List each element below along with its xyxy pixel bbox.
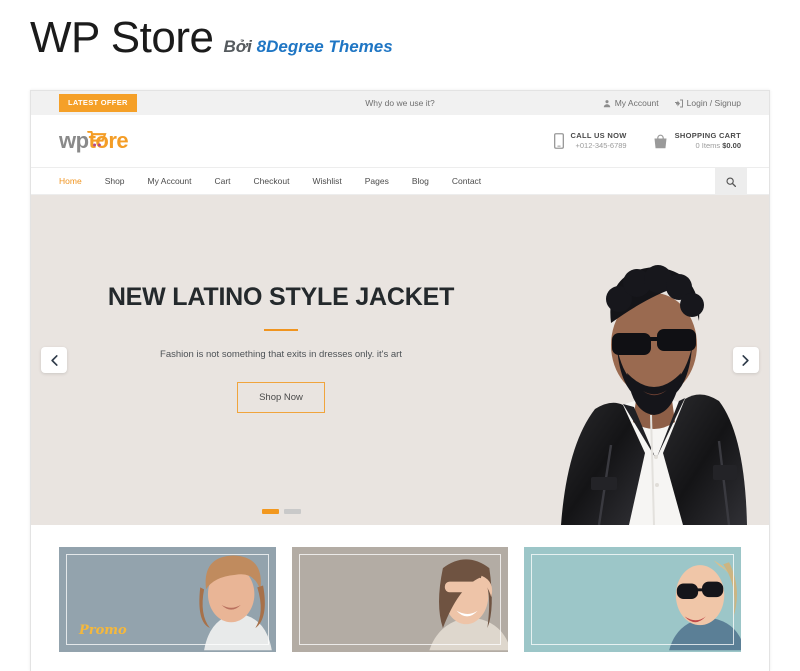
page-title: WP Store	[30, 13, 214, 62]
shopping-cart-title: SHOPPING CART	[674, 130, 741, 140]
shopping-cart-block[interactable]: SHOPPING CART 0 Items $0.00	[653, 131, 741, 151]
topbar-links: My Account Login / Signup	[603, 98, 741, 108]
topbar-announcement: Why do we use it?	[365, 98, 435, 108]
shopping-bag-icon	[654, 134, 667, 148]
shopping-cart-icon	[87, 131, 107, 147]
main-navigation: Home Shop My Account Cart Checkout Wishl…	[31, 167, 769, 196]
login-icon	[674, 99, 683, 107]
hero-title: NEW LATINO STYLE JACKET	[107, 283, 455, 311]
call-us-title: CALL US NOW	[570, 130, 627, 140]
promo-card-2[interactable]	[291, 547, 509, 652]
promo-banners: Promo	[31, 525, 769, 652]
header-info: CALL US NOW +012-345-6789 SHOPPING CART …	[553, 131, 741, 151]
call-us-number: +012-345-6789	[575, 141, 627, 150]
nav-item-home[interactable]: Home	[59, 176, 82, 186]
slider-dot-1[interactable]	[261, 509, 279, 514]
nav-item-contact[interactable]: Contact	[452, 176, 481, 186]
chevron-right-icon	[742, 354, 749, 366]
slider-prev-button[interactable]	[41, 347, 67, 373]
call-us-text: CALL US NOW +012-345-6789	[571, 131, 627, 151]
slider-next-button[interactable]	[733, 347, 759, 373]
page-subtitle-by: Bởi	[223, 37, 252, 56]
hero-slider: NEW LATINO STYLE JACKET Fashion is not s…	[31, 195, 769, 525]
mobile-phone-icon	[553, 133, 564, 149]
shop-now-button[interactable]: Shop Now	[237, 382, 325, 413]
hero-subtitle: Fashion is not something that exits in d…	[160, 349, 402, 360]
login-signup-label: Login / Signup	[686, 98, 741, 108]
shopping-cart-summary: 0 Items $0.00	[675, 141, 741, 151]
logo-text-wp: wp	[59, 128, 89, 153]
nav-item-checkout[interactable]: Checkout	[254, 176, 290, 186]
my-account-label: My Account	[614, 98, 659, 108]
search-button[interactable]	[715, 167, 747, 196]
promo-border-3	[531, 554, 735, 645]
promo-label-1: Promo	[79, 623, 127, 638]
slider-pagination	[31, 509, 531, 514]
nav-item-cart[interactable]: Cart	[214, 176, 230, 186]
nav-item-shop[interactable]: Shop	[105, 176, 125, 186]
nav-item-blog[interactable]: Blog	[412, 176, 429, 186]
page-subtitle: Bởi 8Degree Themes	[223, 37, 392, 57]
shopping-cart-text: SHOPPING CART 0 Items $0.00	[675, 131, 741, 151]
site-header: wp tore CALL US NOW +012-345-6789 SHOPPI…	[31, 115, 769, 167]
page-subtitle-author: 8Degree Themes	[256, 37, 393, 56]
cart-items-count: 0 Items	[695, 141, 721, 150]
promo-card-1[interactable]: Promo	[59, 547, 276, 652]
page-header: WP Store Bởi 8Degree Themes	[0, 0, 800, 60]
user-icon	[603, 99, 610, 107]
promo-border-2	[298, 554, 502, 645]
nav-item-pages[interactable]: Pages	[365, 176, 389, 186]
website-preview: LATEST OFFER Why do we use it? My Accoun…	[30, 90, 770, 671]
search-icon	[726, 176, 736, 187]
nav-item-wishlist[interactable]: Wishlist	[312, 176, 341, 186]
latest-offer-badge[interactable]: LATEST OFFER	[59, 94, 137, 112]
login-signup-link[interactable]: Login / Signup	[674, 98, 741, 108]
promo-card-3[interactable]	[524, 547, 742, 652]
hero-content: NEW LATINO STYLE JACKET Fashion is not s…	[31, 283, 531, 413]
nav-item-my-account[interactable]: My Account	[148, 176, 192, 186]
call-us-block[interactable]: CALL US NOW +012-345-6789	[553, 131, 627, 151]
hero-divider	[264, 329, 298, 331]
my-account-link[interactable]: My Account	[603, 98, 659, 108]
cart-total-amount: $0.00	[722, 141, 741, 150]
chevron-left-icon	[51, 354, 58, 366]
site-logo[interactable]: wp tore	[59, 128, 129, 154]
slider-dot-2[interactable]	[283, 509, 301, 514]
top-bar: LATEST OFFER Why do we use it? My Accoun…	[31, 91, 769, 115]
